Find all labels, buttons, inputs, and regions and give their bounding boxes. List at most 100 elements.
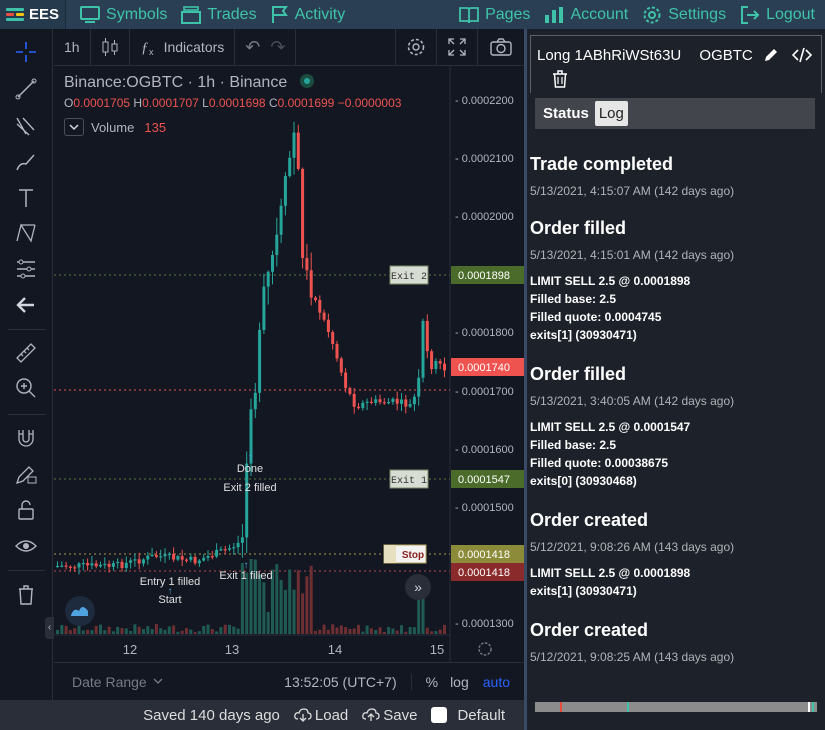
prediction-tool[interactable] — [12, 255, 40, 283]
candle-body — [279, 205, 283, 235]
gear-icon — [407, 38, 425, 56]
volume-bar — [374, 630, 378, 634]
volume-bar — [94, 625, 98, 634]
default-checkbox[interactable]: Default — [431, 707, 505, 724]
measure-tool[interactable] — [12, 339, 40, 367]
volume-bar — [408, 626, 412, 634]
nav-activity-label: Activity — [294, 5, 346, 23]
volume-bar — [365, 625, 369, 634]
nav-logout[interactable]: Logout — [740, 0, 815, 29]
unlock-icon — [18, 500, 34, 520]
delete-drawings-tool[interactable] — [12, 581, 40, 609]
chart-clock[interactable]: 13:52:05 (UTC+7) — [284, 674, 396, 690]
checkbox-box[interactable] — [431, 707, 448, 723]
logout-icon — [741, 5, 760, 24]
horizontal-scrollbar[interactable] — [535, 702, 817, 712]
volume-bar — [120, 628, 124, 634]
axis-settings-button[interactable] — [478, 642, 492, 656]
nav-settings[interactable]: Settings — [642, 0, 726, 29]
unlock-tool[interactable] — [12, 496, 40, 524]
nav-symbols[interactable]: Symbols — [80, 0, 167, 29]
fullscreen-button[interactable] — [437, 29, 477, 66]
price-chart[interactable]: - 0.0002200 - 0.0002100 - 0.0002000 - 0.000… — [54, 66, 524, 662]
log-toggle[interactable]: log — [450, 674, 469, 690]
candle-body — [271, 254, 274, 272]
delete-trade-icon[interactable] — [552, 70, 568, 92]
volume-bar — [262, 582, 266, 634]
indicators-label: Indicators — [163, 39, 225, 55]
volume-bar — [404, 631, 408, 634]
nav-trades[interactable]: Trades — [181, 0, 257, 29]
nav-pages[interactable]: Pages — [459, 0, 530, 29]
interval-button[interactable]: 1h — [54, 28, 91, 66]
symbol-legend[interactable]: Binance:OGBTC · 1h · Binance — [64, 74, 314, 92]
candle-body — [275, 234, 279, 255]
event-time: 5/13/2021, 3:40:05 AM (142 days ago) — [530, 394, 735, 408]
time-tick-label: 15 — [430, 642, 444, 657]
save-button[interactable]: Save — [362, 707, 417, 724]
chart-type-button[interactable] — [91, 28, 130, 66]
volume-bar — [129, 630, 133, 634]
chart-settings-button[interactable] — [395, 28, 437, 66]
visibility-tool[interactable] — [12, 532, 40, 560]
brand-logo-icon — [6, 7, 24, 22]
trend-line-tool[interactable] — [12, 75, 40, 103]
bar-chart-icon — [545, 6, 564, 23]
redo-icon[interactable]: ↷ — [270, 37, 285, 58]
trend-line-icon — [15, 78, 37, 100]
back-arrow-tool[interactable] — [12, 291, 40, 319]
scroll-to-realtime-button[interactable]: » — [405, 574, 431, 600]
auto-toggle[interactable]: auto — [483, 674, 510, 690]
stop-order-label[interactable]: Stop — [383, 544, 427, 564]
nav-pages-label: Pages — [485, 5, 531, 23]
current-price-tag: 0.0001740 — [451, 358, 524, 376]
date-range-button[interactable]: Date Range — [54, 674, 163, 690]
event-title: Order created — [530, 620, 649, 640]
volume-bar — [172, 625, 176, 634]
gear-icon — [478, 642, 492, 656]
text-tool[interactable] — [12, 184, 40, 212]
nav-account[interactable]: Account — [544, 0, 628, 29]
snapshot-button[interactable] — [477, 28, 524, 66]
nav-trades-label: Trades — [207, 5, 257, 23]
tradingview-logo[interactable] — [65, 596, 95, 626]
candle-body — [266, 271, 270, 287]
volume-bar — [176, 631, 180, 634]
exit1-price-text: 0.0001547 — [458, 474, 510, 486]
candle-body — [81, 562, 85, 565]
exit1-price-tag: 0.0001547 — [451, 470, 524, 488]
monitor-icon — [80, 5, 101, 23]
collapse-legend-button[interactable] — [64, 118, 84, 136]
edit-icon[interactable] — [763, 47, 779, 67]
pattern-tool[interactable] — [12, 219, 40, 247]
low-value: 0.0001698 — [208, 96, 266, 110]
tab-status[interactable]: Status — [539, 101, 593, 126]
exit2-order-label[interactable]: Exit 2 — [389, 265, 429, 285]
candle-body — [382, 402, 386, 404]
crosshair-tool[interactable] — [12, 38, 40, 66]
volume-bar — [150, 629, 154, 634]
brush-tool[interactable] — [12, 148, 40, 176]
trash-icon — [19, 585, 33, 605]
magnet-tool[interactable] — [12, 424, 40, 452]
volume-legend: Volume 135 — [64, 118, 166, 136]
nav-activity[interactable]: Activity — [271, 0, 346, 29]
lock-drawings-tool[interactable] — [12, 460, 40, 488]
event-title: Trade completed — [530, 154, 674, 174]
candle-body — [223, 549, 227, 551]
zoom-tool[interactable] — [12, 374, 40, 402]
volume-bar — [443, 624, 446, 634]
percent-toggle[interactable]: % — [410, 673, 438, 690]
code-icon[interactable] — [791, 47, 813, 67]
brand[interactable]: EES — [0, 0, 67, 29]
candle-body — [412, 396, 416, 405]
collapse-toolbar-button[interactable]: ‹ — [45, 617, 54, 639]
fib-tool[interactable] — [12, 112, 40, 140]
exit1-order-label[interactable]: Exit 1 — [389, 469, 429, 489]
undo-icon[interactable]: ↶ — [245, 37, 260, 58]
volume-bar — [99, 624, 102, 634]
load-button[interactable]: Load — [294, 707, 348, 724]
tab-log[interactable]: Log — [594, 101, 628, 126]
high-value: 0.0001707 — [142, 96, 199, 110]
indicators-button[interactable]: ƒ x Indicators — [130, 29, 235, 66]
